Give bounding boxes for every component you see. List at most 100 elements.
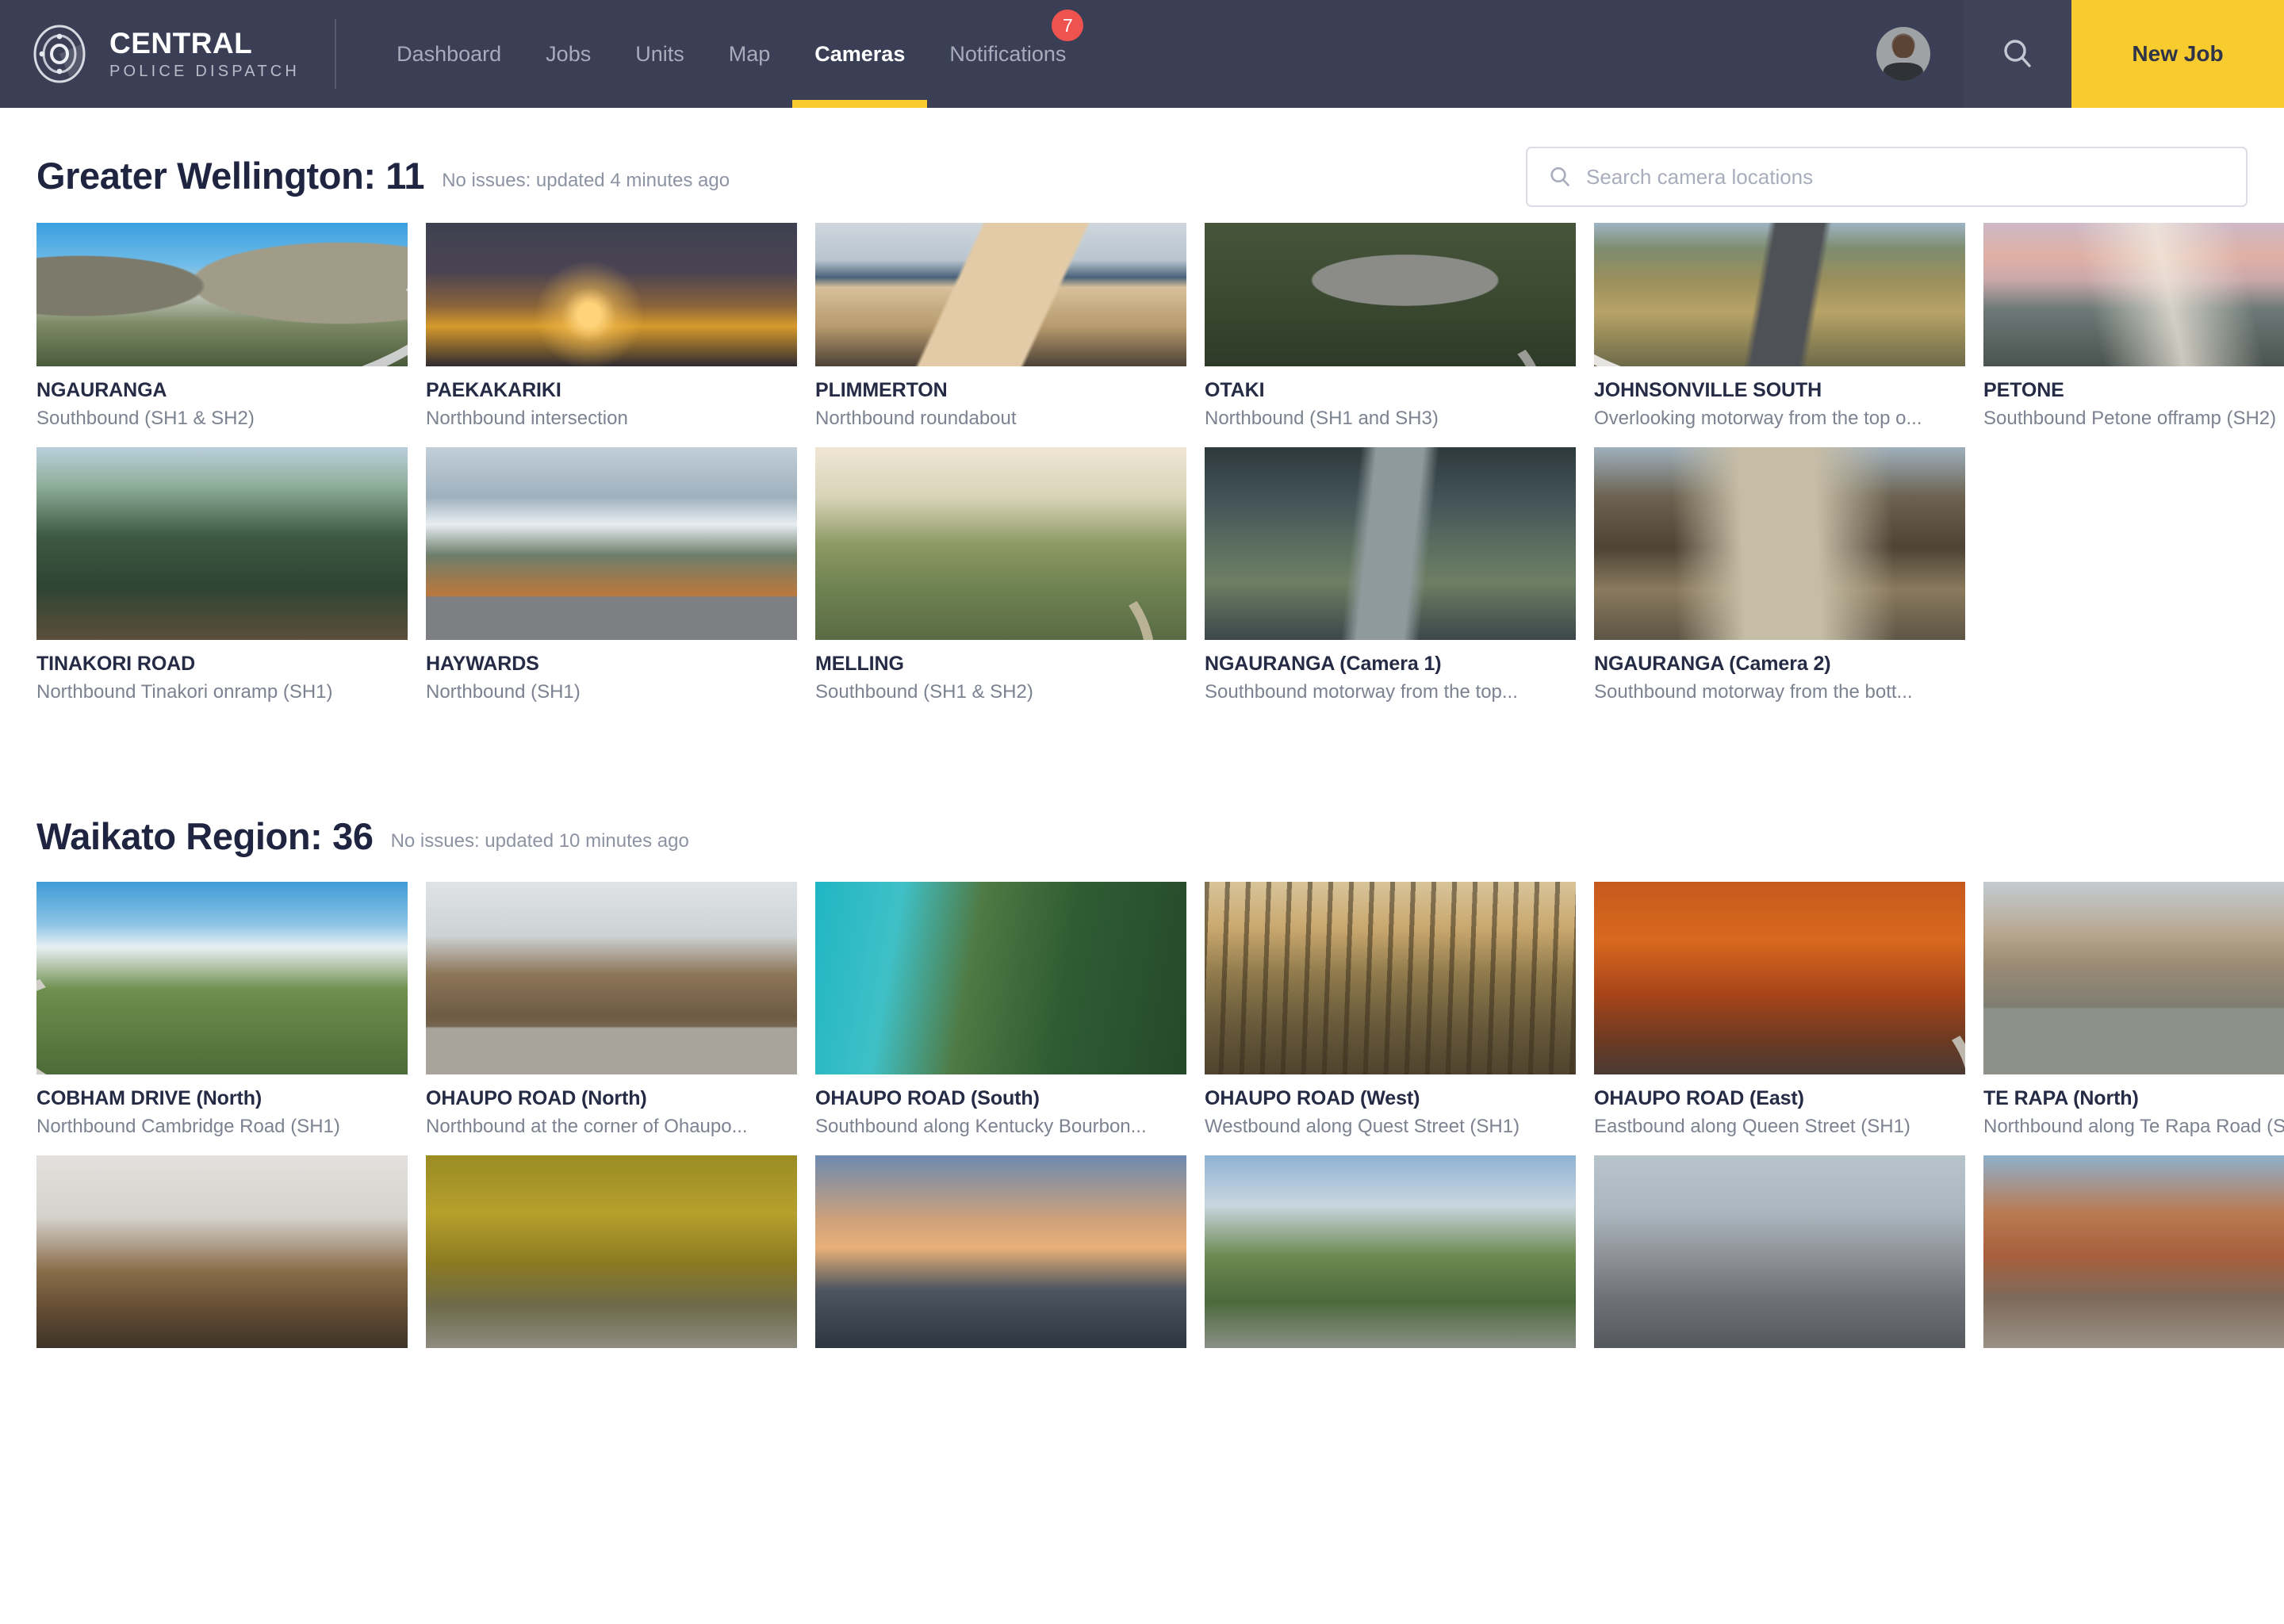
camera-card[interactable]: HAYWARDS Northbound (SH1) [426, 447, 797, 703]
section-status: No issues: updated 4 minutes ago [442, 170, 730, 191]
camera-page-content: Greater Wellington: 11 No issues: update… [0, 108, 2284, 1348]
section-header-waikato: Waikato Region: 36 No issues: updated 10… [36, 768, 2248, 855]
camera-card[interactable]: NGAURANGA (Camera 2) Southbound motorway… [1594, 447, 1965, 703]
camera-thumbnail [36, 1155, 408, 1348]
camera-description: Northbound (SH1) [426, 681, 581, 703]
camera-search-box[interactable] [1526, 147, 2248, 207]
camera-thumbnail [815, 882, 1186, 1074]
main-nav: Dashboard Jobs Units Map Cameras Notific… [374, 0, 1088, 108]
camera-title: TINAKORI ROAD [36, 653, 196, 675]
camera-thumbnail [1594, 882, 1965, 1074]
camera-card[interactable]: NGAURANGA Southbound (SH1 & SH2) [36, 223, 408, 430]
camera-description: Overlooking motorway from the top o... [1594, 408, 1922, 429]
camera-thumbnail [426, 1155, 797, 1348]
camera-card[interactable]: PLIMMERTON Northbound roundabout [815, 223, 1186, 430]
camera-card[interactable] [815, 1155, 1186, 1348]
camera-title: OHAUPO ROAD (South) [815, 1087, 1040, 1109]
camera-card[interactable]: PETONE Southbound Petone offramp (SH2) [1983, 223, 2284, 430]
camera-card[interactable] [36, 1155, 408, 1348]
camera-thumbnail [36, 447, 408, 640]
header-search-button[interactable] [1964, 0, 2071, 108]
camera-card[interactable]: OHAUPO ROAD (North) Northbound at the co… [426, 882, 797, 1138]
user-avatar-button[interactable] [1843, 0, 1964, 108]
top-navigation-bar: CENTRAL POLICE DISPATCH Dashboard Jobs U… [0, 0, 2284, 108]
camera-thumbnail [1983, 882, 2284, 1074]
camera-card[interactable] [1205, 1155, 1576, 1348]
camera-title: PAEKAKARIKI [426, 379, 561, 401]
section-title: Greater Wellington: 11 [36, 155, 425, 197]
nav-item-dashboard[interactable]: Dashboard [374, 0, 523, 108]
nav-item-cameras[interactable]: Cameras [792, 0, 928, 108]
camera-description: Southbound Petone offramp (SH2) [1983, 408, 2277, 429]
camera-description: Northbound at the corner of Ohaupo... [426, 1116, 748, 1137]
camera-title: HAYWARDS [426, 653, 539, 675]
camera-description: Northbound intersection [426, 408, 628, 429]
section-title: Waikato Region: 36 [36, 815, 374, 857]
camera-description: Southbound motorway from the bott... [1594, 681, 1913, 703]
camera-card[interactable]: JOHNSONVILLE SOUTH Overlooking motorway … [1594, 223, 1965, 430]
brand-logo[interactable]: CENTRAL POLICE DISPATCH [0, 0, 335, 108]
camera-thumbnail [815, 447, 1186, 640]
camera-card[interactable] [1594, 1155, 1965, 1348]
camera-thumbnail [1594, 223, 1965, 366]
camera-card[interactable]: TE RAPA (North) Northbound along Te Rapa… [1983, 882, 2284, 1138]
nav-label: Cameras [814, 41, 906, 66]
camera-card[interactable]: OHAUPO ROAD (West) Westbound along Quest… [1205, 882, 1576, 1138]
camera-title: JOHNSONVILLE SOUTH [1594, 379, 1822, 401]
nav-label: Notifications [949, 41, 1067, 66]
camera-thumbnail [36, 882, 408, 1074]
camera-card[interactable]: PAEKAKARIKI Northbound intersection [426, 223, 797, 430]
camera-title: OHAUPO ROAD (East) [1594, 1087, 1804, 1109]
nav-item-notifications[interactable]: Notifications 7 [927, 0, 1088, 108]
nav-label: Dashboard [397, 41, 502, 66]
nav-item-jobs[interactable]: Jobs [523, 0, 613, 108]
camera-thumbnail [1205, 1155, 1576, 1348]
nav-item-map[interactable]: Map [707, 0, 793, 108]
camera-card[interactable]: MELLING Southbound (SH1 & SH2) [815, 447, 1186, 703]
avatar [1876, 27, 1930, 81]
nav-label: Units [635, 41, 684, 66]
camera-card[interactable] [1983, 1155, 2284, 1348]
camera-title: PETONE [1983, 379, 2064, 401]
camera-title: OHAUPO ROAD (North) [426, 1087, 647, 1109]
camera-card[interactable] [426, 1155, 797, 1348]
camera-thumbnail [1594, 1155, 1965, 1348]
camera-description: Westbound along Quest Street (SH1) [1205, 1116, 1520, 1137]
camera-card[interactable]: OHAUPO ROAD (East) Eastbound along Queen… [1594, 882, 1965, 1138]
camera-thumbnail [1205, 223, 1576, 366]
camera-title: OHAUPO ROAD (West) [1205, 1087, 1420, 1109]
brand-subtitle: POLICE DISPATCH [109, 63, 301, 80]
new-job-button[interactable]: New Job [2071, 0, 2284, 108]
camera-card[interactable]: OTAKI Northbound (SH1 and SH3) [1205, 223, 1576, 430]
camera-thumbnail [1983, 1155, 2284, 1348]
nav-label: Map [728, 41, 771, 66]
notifications-badge: 7 [1052, 10, 1084, 41]
header-spacer [1088, 0, 1843, 108]
camera-description: Southbound motorway from the top... [1205, 681, 1518, 703]
camera-description: Southbound along Kentucky Bourbon... [815, 1116, 1147, 1137]
nav-label: Jobs [546, 41, 592, 66]
camera-thumbnail [815, 223, 1186, 366]
search-icon [1550, 167, 1569, 186]
header-divider [335, 19, 337, 89]
search-input[interactable] [1586, 164, 2225, 190]
search-icon [2004, 40, 2031, 67]
camera-card[interactable]: COBHAM DRIVE (North) Northbound Cambridg… [36, 882, 408, 1138]
camera-thumbnail [426, 223, 797, 366]
camera-title: PLIMMERTON [815, 379, 948, 401]
camera-description: Northbound along Te Rapa Road (SH1) [1983, 1116, 2284, 1137]
camera-thumbnail [1594, 447, 1965, 640]
section-status: No issues: updated 10 minutes ago [390, 830, 689, 852]
camera-description: Southbound (SH1 & SH2) [36, 408, 255, 429]
camera-title: NGAURANGA (Camera 2) [1594, 653, 1831, 675]
camera-grid-waikato-row1: COBHAM DRIVE (North) Northbound Cambridg… [36, 882, 2284, 1138]
camera-card[interactable]: TINAKORI ROAD Northbound Tinakori onramp… [36, 447, 408, 703]
camera-description: Northbound roundabout [815, 408, 1017, 429]
camera-description: Northbound Tinakori onramp (SH1) [36, 681, 333, 703]
nav-item-units[interactable]: Units [613, 0, 707, 108]
camera-thumbnail [815, 1155, 1186, 1348]
camera-card[interactable]: NGAURANGA (Camera 1) Southbound motorway… [1205, 447, 1576, 703]
camera-thumbnail [426, 882, 797, 1074]
camera-title: NGAURANGA (Camera 1) [1205, 653, 1442, 675]
camera-card[interactable]: OHAUPO ROAD (South) Southbound along Ken… [815, 882, 1186, 1138]
